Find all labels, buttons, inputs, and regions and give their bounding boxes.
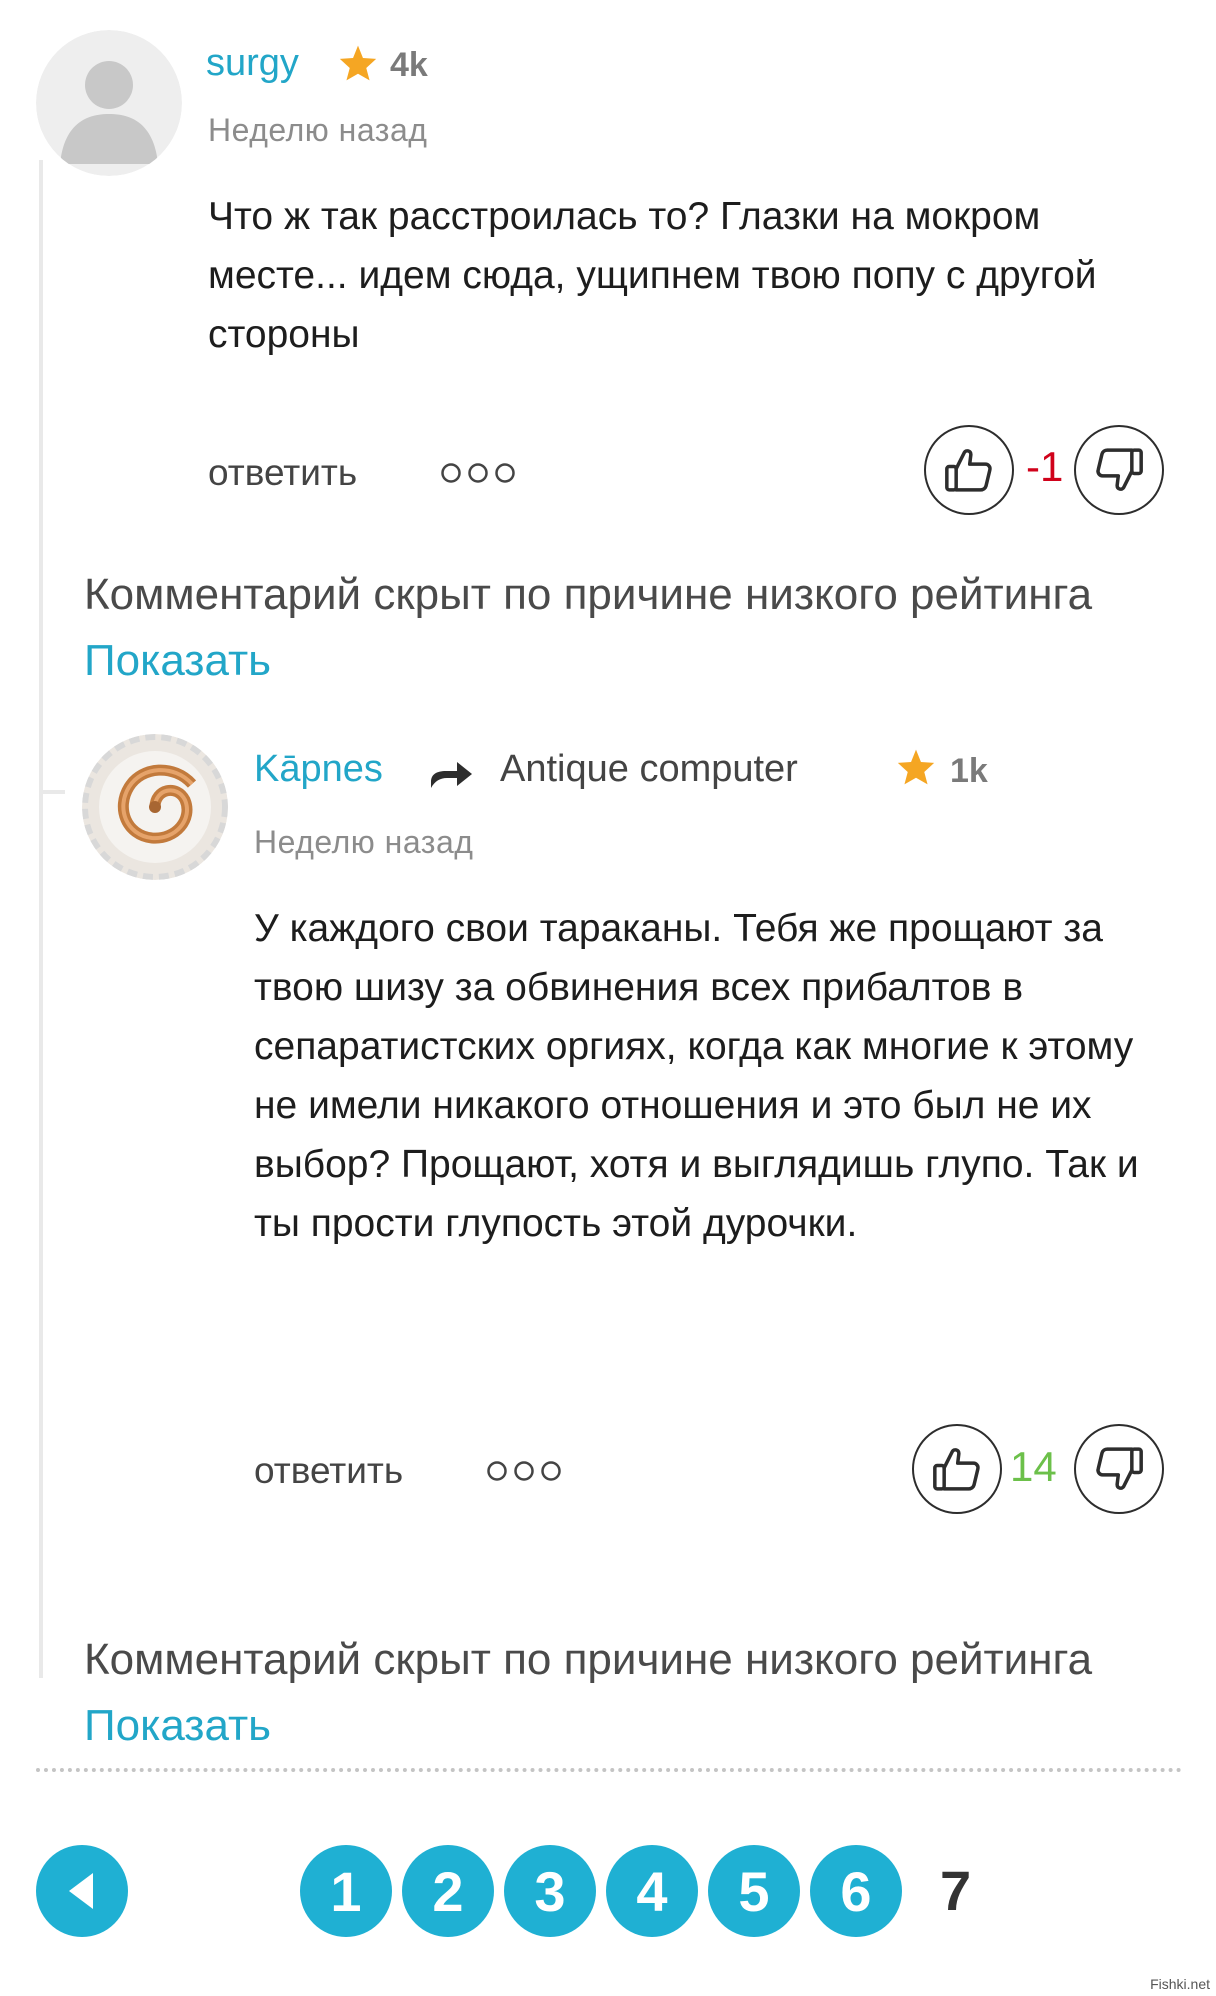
downvote-button[interactable] bbox=[1074, 1424, 1164, 1514]
star-icon bbox=[339, 45, 377, 81]
upvote-button[interactable] bbox=[924, 425, 1014, 515]
prev-page-button[interactable] bbox=[36, 1845, 128, 1937]
divider bbox=[36, 1768, 1182, 1772]
page-6-button[interactable]: 6 bbox=[810, 1845, 902, 1937]
show-hidden-link[interactable]: Показать bbox=[84, 636, 271, 685]
page-2-button[interactable]: 2 bbox=[402, 1845, 494, 1937]
hidden-comment-notice: Комментарий скрыт по причине низкого рей… bbox=[84, 562, 1144, 694]
downvote-button[interactable] bbox=[1074, 425, 1164, 515]
arrow-left-icon bbox=[69, 1873, 93, 1909]
comment-time: Неделю назад bbox=[254, 824, 474, 860]
vote-score: -1 bbox=[1026, 443, 1064, 490]
page-5-button[interactable]: 5 bbox=[708, 1845, 800, 1937]
page-1-button[interactable]: 1 bbox=[300, 1845, 392, 1937]
reply-button[interactable]: ответить bbox=[254, 1450, 403, 1492]
comment-username[interactable]: surgy bbox=[206, 42, 299, 85]
thumbs-up-icon bbox=[933, 1448, 980, 1491]
user-rating: 1k bbox=[950, 752, 988, 790]
more-options-icon[interactable] bbox=[486, 1460, 562, 1482]
watermark: Fishki.net bbox=[1150, 1976, 1210, 1992]
more-options-icon[interactable] bbox=[440, 462, 516, 484]
upvote-button[interactable] bbox=[912, 1424, 1002, 1514]
vote-score: 14 bbox=[1010, 1443, 1057, 1490]
comment-text: Что ж так расстроилась то? Глазки на мок… bbox=[208, 195, 1097, 356]
comment-text: У каждого свои тараканы. Тебя же прощают… bbox=[254, 907, 1139, 1245]
reply-button[interactable]: ответить bbox=[208, 452, 357, 494]
thumbs-up-icon bbox=[945, 449, 992, 492]
avatar[interactable] bbox=[82, 734, 228, 880]
avatar[interactable] bbox=[36, 30, 182, 176]
comment-time: Неделю назад bbox=[208, 112, 428, 148]
page-4-button[interactable]: 4 bbox=[606, 1845, 698, 1937]
comment-username[interactable]: Kāpnes bbox=[254, 748, 383, 791]
hidden-notice-text: Комментарий скрыт по причине низкого рей… bbox=[84, 1635, 1093, 1684]
star-icon bbox=[897, 749, 935, 785]
user-rating: 4k bbox=[390, 46, 428, 84]
thread-branch-line bbox=[41, 790, 65, 794]
thumbs-down-icon bbox=[1096, 1447, 1143, 1490]
page-3-button[interactable]: 3 bbox=[504, 1845, 596, 1937]
reply-to-arrow-icon bbox=[431, 762, 472, 788]
hidden-notice-text: Комментарий скрыт по причине низкого рей… bbox=[84, 570, 1093, 619]
show-hidden-link[interactable]: Показать bbox=[84, 1701, 271, 1750]
hidden-comment-notice: Комментарий скрыт по причине низкого рей… bbox=[84, 1627, 1144, 1759]
current-page: 7 bbox=[940, 1859, 972, 1922]
reply-to-username[interactable]: Antique computer bbox=[500, 748, 798, 791]
thumbs-down-icon bbox=[1096, 448, 1143, 491]
thread-line bbox=[39, 160, 43, 1678]
